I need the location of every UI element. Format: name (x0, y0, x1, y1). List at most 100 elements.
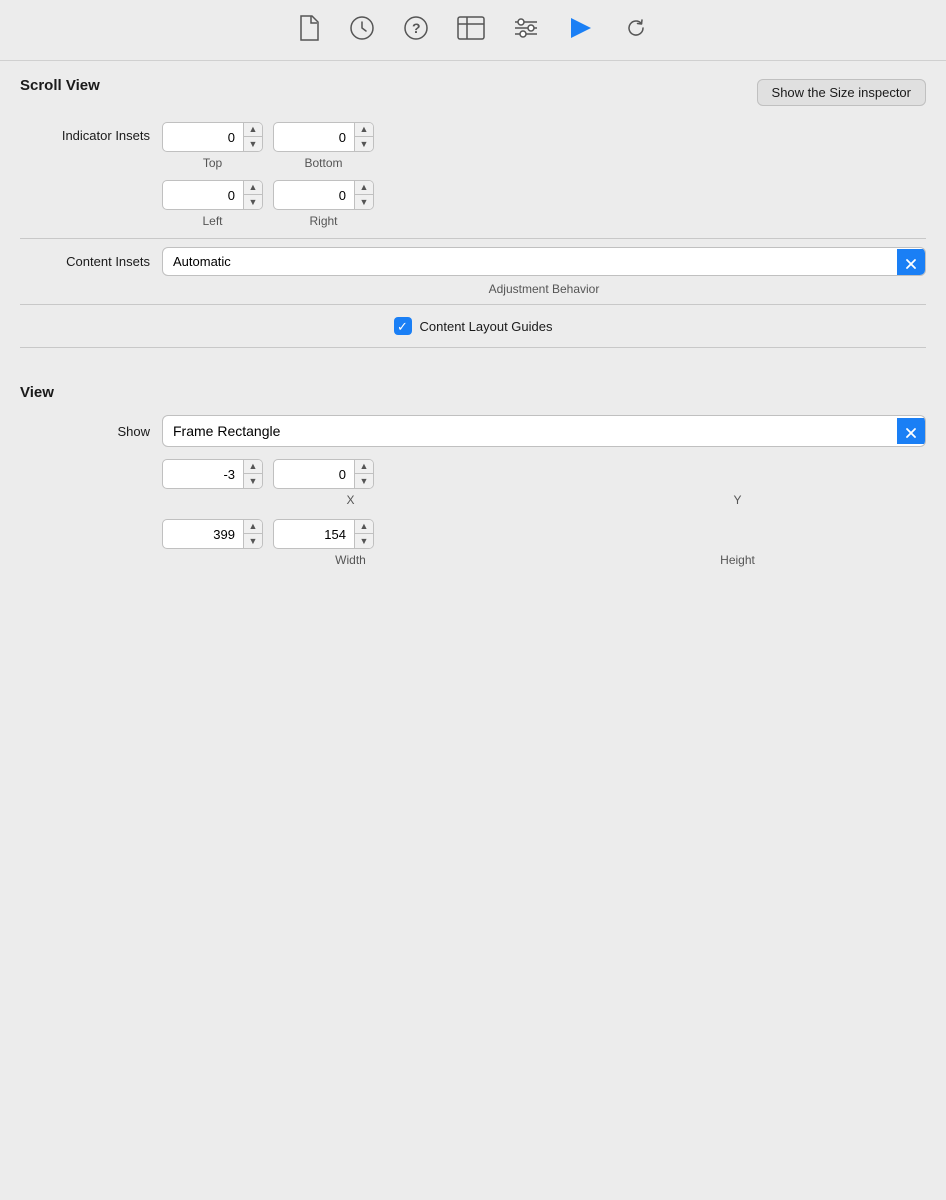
height-field: ▲ ▼ (273, 519, 374, 549)
view-section: View Show Frame Rectangle Bounds Rectang… (0, 372, 946, 599)
indicator-insets-bottom-input-wrap: ▲ ▼ (273, 122, 374, 152)
height-stepper: ▲ ▼ (354, 520, 373, 548)
indicator-insets-right-label: Right (309, 214, 337, 228)
indicator-insets-right-stepper: ▲ ▼ (354, 181, 373, 209)
content-insets-select-arrow (897, 249, 925, 275)
xy-row: ▲ ▼ ▲ ▼ (162, 459, 926, 489)
x-input[interactable] (163, 462, 243, 487)
y-input[interactable] (274, 462, 354, 487)
content-insets-row: Content Insets Automatic Never Always Sc… (20, 247, 926, 276)
indicator-insets-top-up-button[interactable]: ▲ (244, 123, 262, 137)
content-layout-guides-checkbox[interactable]: ✓ (394, 317, 412, 335)
toolbar: ? (0, 0, 946, 61)
adjustment-behavior-label: Adjustment Behavior (162, 282, 926, 296)
indicator-insets-left-stepper: ▲ ▼ (243, 181, 262, 209)
x-stepper: ▲ ▼ (243, 460, 262, 488)
wh-row: ▲ ▼ ▲ ▼ (162, 519, 926, 549)
y-down-button[interactable]: ▼ (355, 474, 373, 488)
rotate-icon[interactable] (623, 15, 649, 45)
y-input-wrap: ▲ ▼ (273, 459, 374, 489)
indicator-insets-left-down-button[interactable]: ▼ (244, 195, 262, 209)
x-field: ▲ ▼ (162, 459, 263, 489)
content-layout-guides-wrap: ✓ Content Layout Guides (394, 317, 553, 335)
indicator-insets-spacer (20, 180, 150, 186)
indicator-insets-right-field: ▲ ▼ Right (273, 180, 374, 228)
triangle-icon[interactable] (567, 14, 595, 46)
y-up-button[interactable]: ▲ (355, 460, 373, 474)
indicator-insets-bottom-stepper: ▲ ▼ (354, 123, 373, 151)
indicator-insets-top-input-wrap: ▲ ▼ (162, 122, 263, 152)
indicator-insets-top-down-button[interactable]: ▼ (244, 137, 262, 151)
indicator-insets-left-input-wrap: ▲ ▼ (162, 180, 263, 210)
content-insets-label: Content Insets (20, 254, 150, 269)
width-label: Width (162, 553, 539, 567)
show-label: Show (20, 424, 150, 439)
indicator-insets-right-input-wrap: ▲ ▼ (273, 180, 374, 210)
indicator-insets-top-input[interactable] (163, 125, 243, 150)
indicator-insets-row-top-bottom: Indicator Insets ▲ ▼ Top ▲ (20, 122, 926, 170)
width-up-button[interactable]: ▲ (244, 520, 262, 534)
width-input-wrap: ▲ ▼ (162, 519, 263, 549)
indicator-insets-bottom-input[interactable] (274, 125, 354, 150)
x-down-button[interactable]: ▼ (244, 474, 262, 488)
y-stepper: ▲ ▼ (354, 460, 373, 488)
indicator-insets-top-bottom-group: ▲ ▼ Top ▲ ▼ Bottom (162, 122, 926, 170)
content-layout-guides-row: ✓ Content Layout Guides (20, 317, 926, 335)
indicator-insets-bottom-field: ▲ ▼ Bottom (273, 122, 374, 170)
scroll-view-title: Scroll View (20, 77, 100, 94)
divider-2 (20, 304, 926, 305)
divider-1 (20, 238, 926, 239)
indicator-insets-left-label: Left (202, 214, 222, 228)
show-row: Show Frame Rectangle Bounds Rectangle (20, 415, 926, 447)
adjustment-behavior-label-row: Adjustment Behavior (162, 282, 926, 296)
indicator-insets-top-label: Top (203, 156, 222, 170)
indicator-insets-top-stepper: ▲ ▼ (243, 123, 262, 151)
divider-3 (20, 347, 926, 348)
table-inspector-icon[interactable] (457, 16, 485, 44)
width-stepper: ▲ ▼ (243, 520, 262, 548)
xy-labels-row: X Y (162, 493, 926, 507)
indicator-insets-left-up-button[interactable]: ▲ (244, 181, 262, 195)
indicator-insets-right-up-button[interactable]: ▲ (355, 181, 373, 195)
indicator-insets-row-left-right: ▲ ▼ Left ▲ ▼ Right (20, 180, 926, 228)
frame-rectangle-select[interactable]: Frame Rectangle Bounds Rectangle (163, 416, 897, 446)
width-down-button[interactable]: ▼ (244, 534, 262, 548)
y-label: Y (549, 493, 926, 507)
content-insets-select-wrap: Automatic Never Always ScrollableAxes (162, 247, 926, 276)
indicator-insets-bottom-up-button[interactable]: ▲ (355, 123, 373, 137)
wh-labels-row: Width Height (162, 553, 926, 567)
help-icon[interactable]: ? (403, 15, 429, 45)
document-icon[interactable] (297, 14, 321, 46)
indicator-insets-left-field: ▲ ▼ Left (162, 180, 263, 228)
x-input-wrap: ▲ ▼ (162, 459, 263, 489)
indicator-insets-label: Indicator Insets (20, 122, 150, 143)
indicator-insets-right-down-button[interactable]: ▼ (355, 195, 373, 209)
sliders-icon[interactable] (513, 16, 539, 44)
y-field: ▲ ▼ (273, 459, 374, 489)
height-down-button[interactable]: ▼ (355, 534, 373, 548)
view-title: View (20, 384, 926, 401)
width-input[interactable] (163, 522, 243, 547)
x-label: X (162, 493, 539, 507)
svg-text:?: ? (412, 20, 421, 36)
indicator-insets-bottom-down-button[interactable]: ▼ (355, 137, 373, 151)
indicator-insets-top-field: ▲ ▼ Top (162, 122, 263, 170)
scroll-view-section: Scroll View Show the Size inspector Indi… (0, 61, 946, 372)
height-label: Height (549, 553, 926, 567)
frame-rectangle-select-arrow (897, 418, 925, 444)
height-input[interactable] (274, 522, 354, 547)
frame-rectangle-select-wrap: Frame Rectangle Bounds Rectangle (162, 415, 926, 447)
history-icon[interactable] (349, 15, 375, 45)
x-up-button[interactable]: ▲ (244, 460, 262, 474)
width-field: ▲ ▼ (162, 519, 263, 549)
indicator-insets-left-right-group: ▲ ▼ Left ▲ ▼ Right (162, 180, 926, 228)
content-layout-guides-label: Content Layout Guides (420, 319, 553, 334)
checkmark-icon: ✓ (397, 320, 408, 333)
content-insets-select[interactable]: Automatic Never Always ScrollableAxes (163, 248, 897, 275)
show-size-inspector-button[interactable]: Show the Size inspector (757, 79, 926, 106)
indicator-insets-bottom-label: Bottom (304, 156, 342, 170)
height-up-button[interactable]: ▲ (355, 520, 373, 534)
indicator-insets-left-input[interactable] (163, 183, 243, 208)
indicator-insets-right-input[interactable] (274, 183, 354, 208)
height-input-wrap: ▲ ▼ (273, 519, 374, 549)
